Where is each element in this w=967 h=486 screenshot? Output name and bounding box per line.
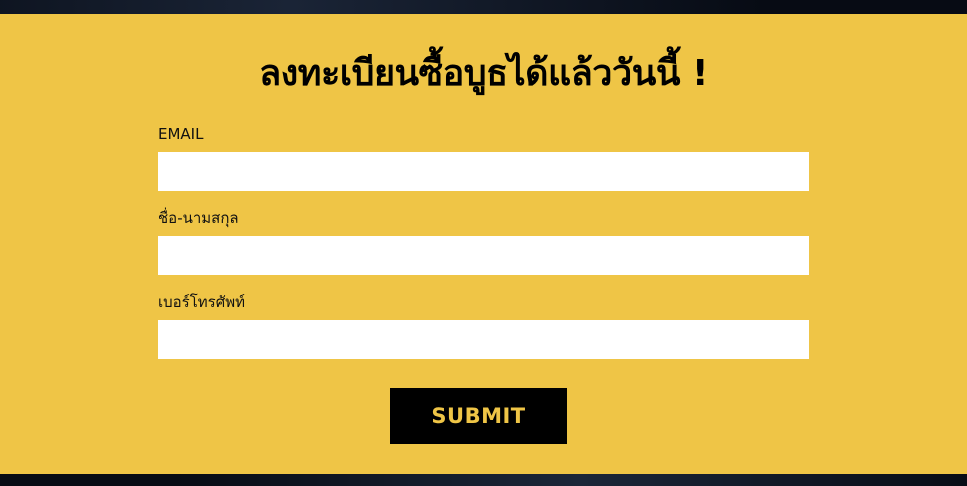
email-input[interactable] xyxy=(158,152,809,191)
starfield-background-bottom xyxy=(0,474,967,486)
phone-label: เบอร์โทรศัพท์ xyxy=(158,293,246,311)
submit-button[interactable]: SUBMIT xyxy=(390,388,567,444)
fullname-label: ชื่อ-นามสกุล xyxy=(158,209,239,227)
fullname-input[interactable] xyxy=(158,236,809,275)
form-title: ลงทะเบียนซื้อบูธได้แล้ววันนี้ ! xyxy=(259,53,708,94)
phone-input[interactable] xyxy=(158,320,809,359)
email-label: EMAIL xyxy=(158,125,204,143)
page: ลงทะเบียนซื้อบูธได้แล้ววันนี้ ! EMAIL ชื… xyxy=(0,0,967,486)
starfield-background-top xyxy=(0,0,967,14)
